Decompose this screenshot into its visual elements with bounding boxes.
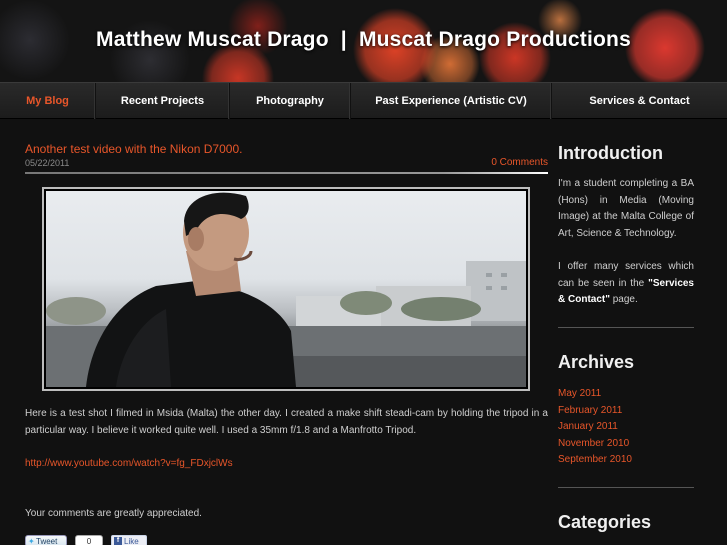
post-body: Here is a test shot I filmed in Msida (M…	[25, 408, 548, 436]
archive-link[interactable]: February 2011	[558, 403, 632, 420]
nav-item-past-experience[interactable]: Past Experience (Artistic CV)	[351, 83, 552, 119]
post-date: 05/22/2011	[25, 158, 70, 168]
post-comments-link[interactable]: 0 Comments	[491, 157, 548, 168]
archive-link[interactable]: September 2010	[558, 452, 632, 469]
nav-item-services-contact[interactable]: Services & Contact	[552, 83, 727, 119]
facebook-icon: f	[114, 537, 122, 545]
sidebar-divider-2	[558, 487, 694, 488]
nav-item-photography[interactable]: Photography	[230, 83, 351, 119]
photo-illustration	[46, 192, 526, 387]
like-button[interactable]: f Like	[111, 535, 147, 545]
site-header: Matthew Muscat Drago | Muscat Drago Prod…	[0, 0, 727, 82]
nav-item-my-blog[interactable]: My Blog	[0, 83, 96, 119]
like-label: Like	[124, 537, 139, 545]
sidebar-divider-1	[558, 327, 694, 328]
archive-link[interactable]: May 2011	[558, 386, 632, 403]
tweet-label: Tweet	[36, 537, 58, 545]
post-title[interactable]: Another test video with the Nikon D7000.	[25, 142, 242, 156]
archive-link[interactable]: January 2011	[558, 419, 632, 436]
archives-heading: Archives	[558, 352, 635, 372]
comments-prompt: Your comments are greatly appreciated.	[25, 508, 202, 519]
twitter-bird-icon: ✦	[28, 537, 35, 545]
intro-text-end: page.	[609, 294, 638, 306]
tweet-count: 0	[75, 535, 103, 545]
share-buttons: ✦ Tweet 0 f Like	[25, 535, 147, 545]
categories-heading: Categories	[558, 512, 652, 532]
post-photo-frame	[42, 187, 530, 391]
tweet-button[interactable]: ✦ Tweet	[25, 535, 67, 545]
post-divider	[25, 172, 548, 174]
intro-heading: Introduction	[558, 143, 663, 163]
intro-paragraph-1: I'm a student completing a BA (Hons) in …	[558, 178, 694, 239]
nav-item-recent-projects[interactable]: Recent Projects	[96, 83, 230, 119]
post-photo[interactable]	[46, 191, 526, 387]
site-title[interactable]: Matthew Muscat Drago | Muscat Drago Prod…	[0, 28, 727, 52]
intro-paragraph-2: I offer many services which can be seen …	[558, 259, 694, 309]
youtube-link[interactable]: http://www.youtube.com/watch?v=fg_FDxjcl…	[25, 458, 233, 469]
main-nav: My Blog Recent Projects Photography Past…	[0, 82, 727, 119]
archive-link[interactable]: November 2010	[558, 436, 632, 453]
archives-list: May 2011 February 2011 January 2011 Nove…	[558, 386, 632, 469]
